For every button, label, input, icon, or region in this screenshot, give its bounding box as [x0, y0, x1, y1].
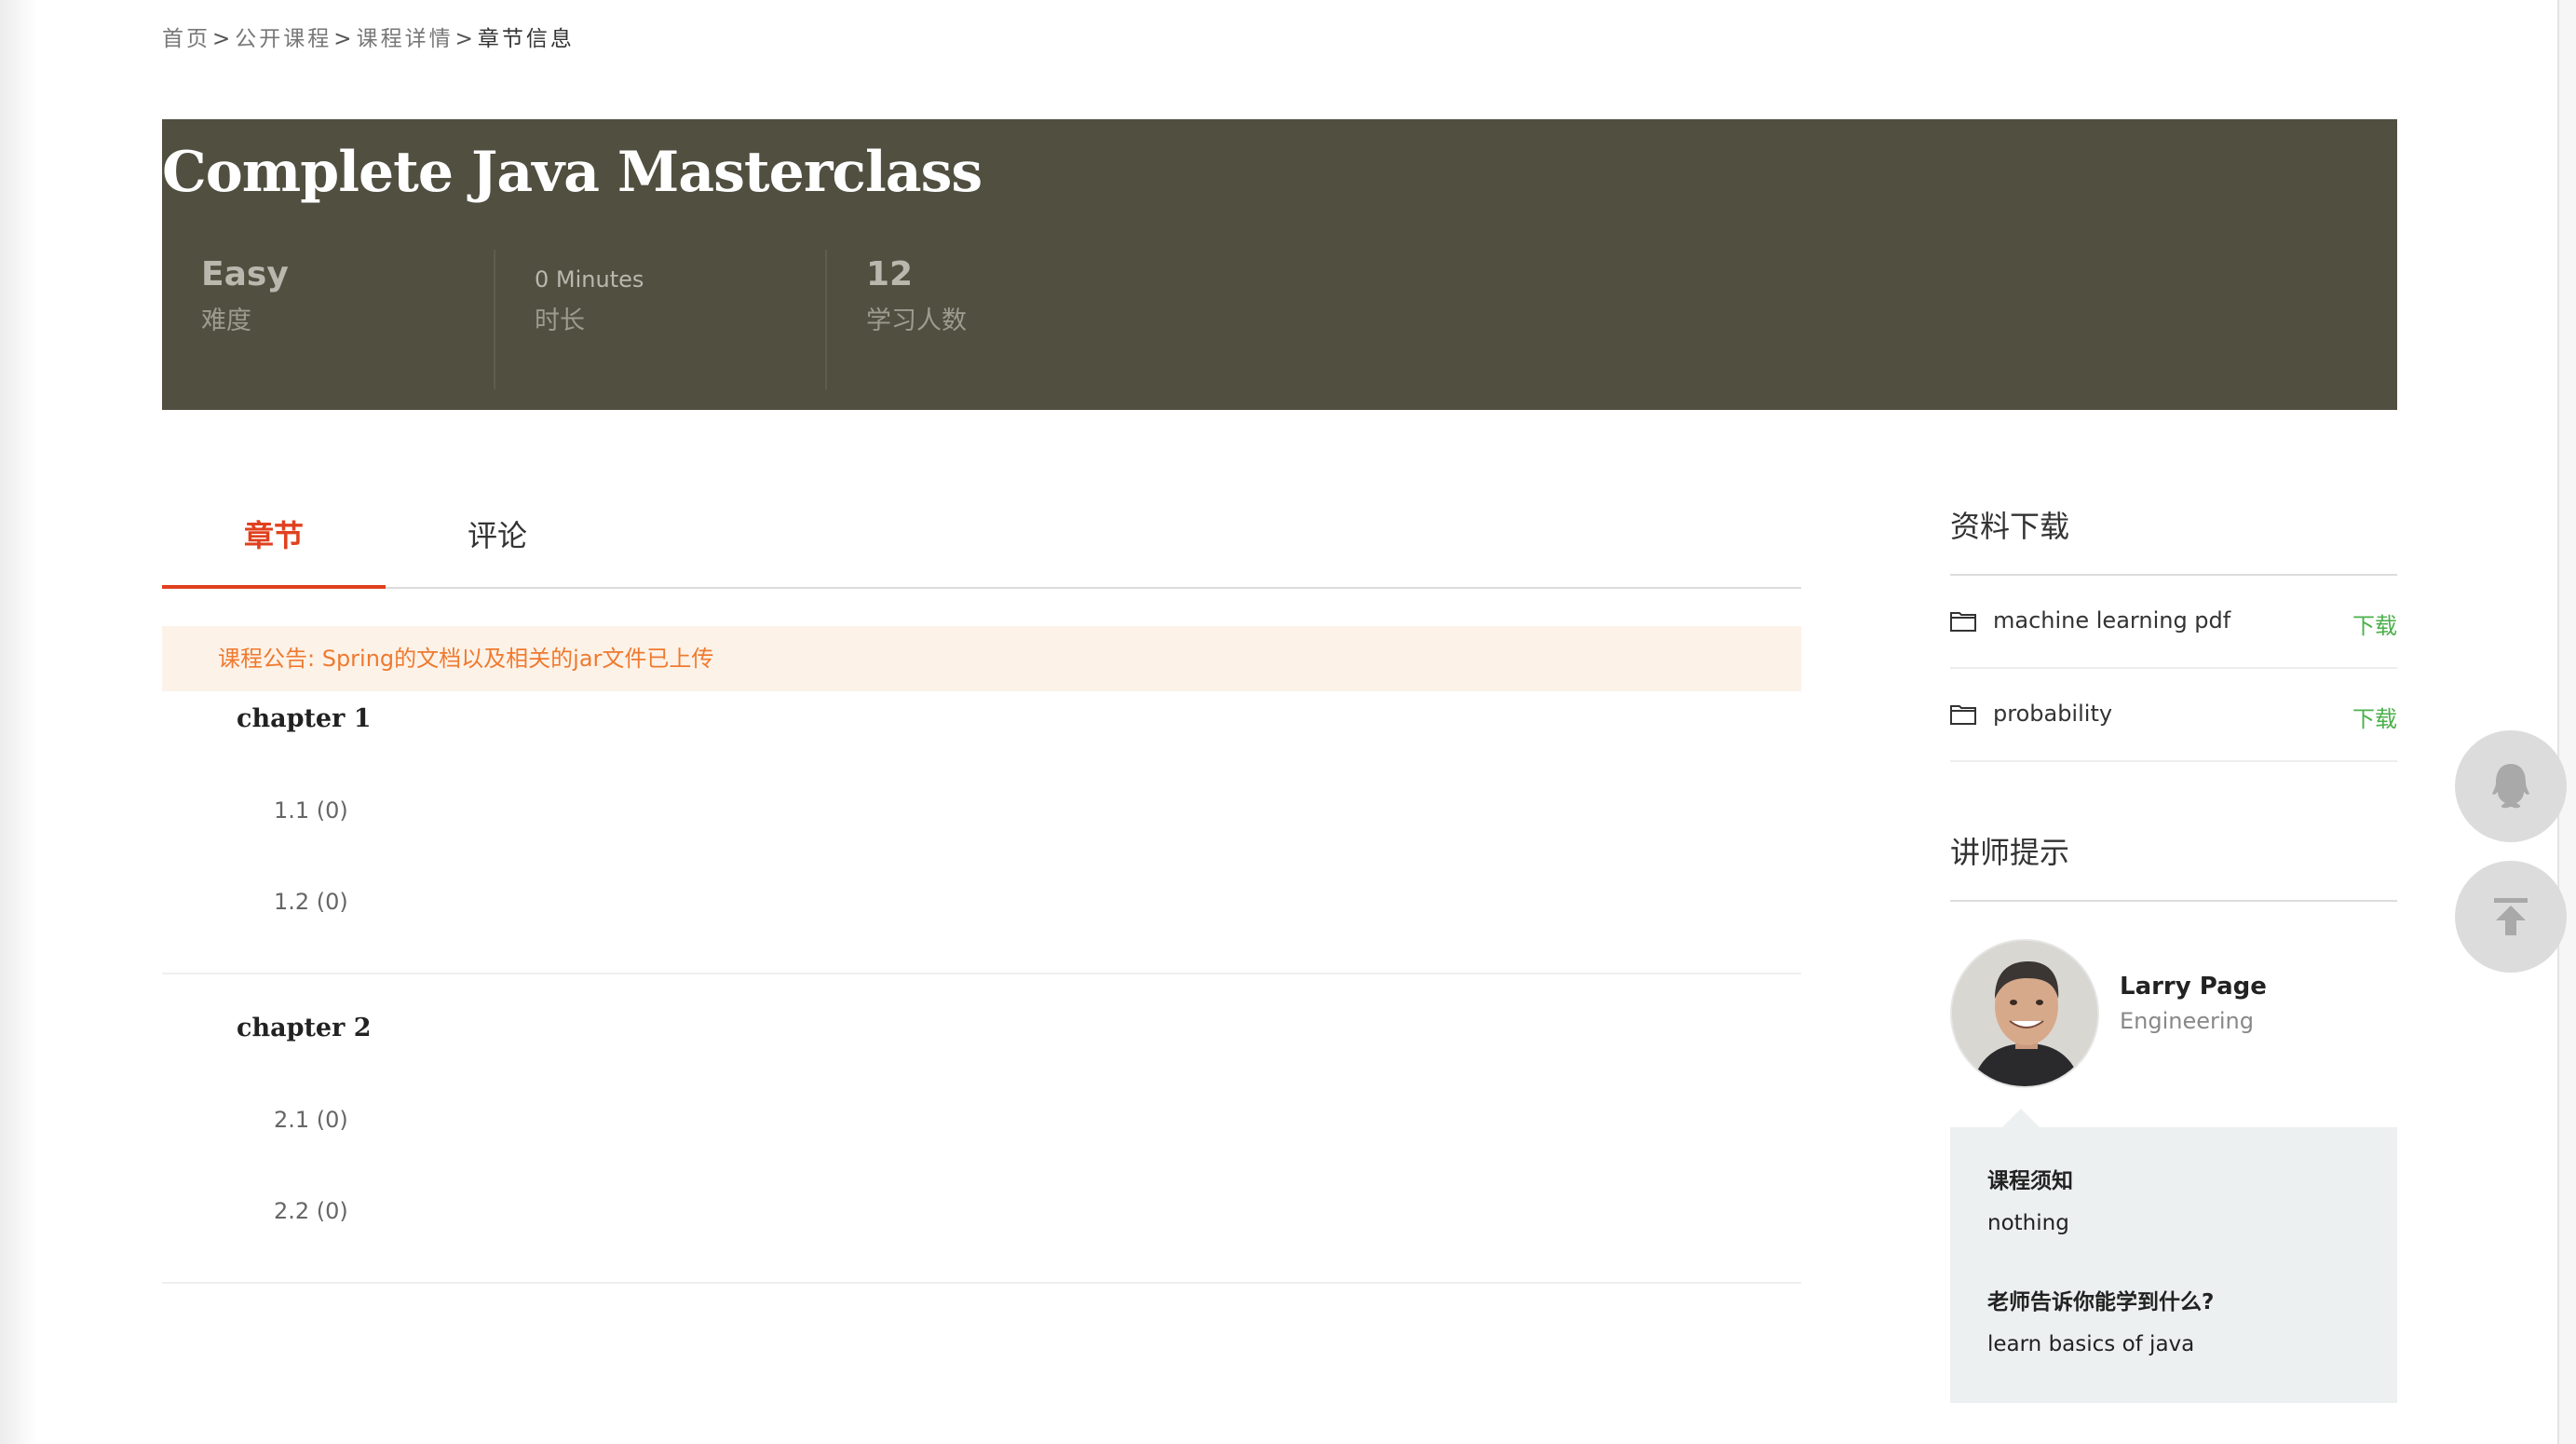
tip-pointer	[2002, 1109, 2040, 1127]
breadcrumb-current: 章节信息	[477, 27, 575, 51]
downloads-title: 资料下载	[1950, 509, 2070, 544]
stat-learners: 12 学习人数	[825, 250, 1157, 389]
lesson-item[interactable]: 1.1 (0)	[274, 797, 348, 824]
course-notice: 课程公告: Spring的文档以及相关的jar文件已上传	[162, 626, 1801, 691]
stat-difficulty: Easy 难度	[162, 250, 494, 389]
scrollbar-track[interactable]	[2557, 0, 2576, 1444]
download-link[interactable]: 下载	[2352, 607, 2397, 640]
breadcrumb-courses[interactable]: 公开课程	[235, 27, 332, 51]
teacher-name: Larry Page	[2120, 973, 2267, 1001]
breadcrumb-separator: >	[212, 27, 234, 51]
course-tips: 课程须知 nothing 老师告诉你能学到什么? learn basics of…	[1950, 1127, 2397, 1403]
breadcrumb-detail[interactable]: 课程详情	[357, 27, 454, 51]
lesson-item[interactable]: 2.1 (0)	[274, 1107, 348, 1133]
lesson-item[interactable]: 2.2 (0)	[274, 1198, 348, 1224]
tab-chapters[interactable]: 章节	[162, 512, 386, 589]
breadcrumb-separator: >	[454, 27, 476, 51]
notes-text: nothing	[1987, 1211, 2069, 1235]
teacher-section: 讲师提示	[1950, 829, 2397, 872]
stat-duration: 0 Minutes 时长	[494, 250, 825, 389]
breadcrumb-home[interactable]: 首页	[162, 27, 210, 51]
course-title: Complete Java Masterclass	[162, 140, 983, 205]
stat-difficulty-label: 难度	[201, 307, 251, 335]
stat-duration-label: 时长	[535, 307, 585, 335]
breadcrumb-separator: >	[333, 27, 355, 51]
chapter-title: chapter 2	[237, 1014, 372, 1042]
stat-difficulty-value: Easy	[201, 255, 289, 293]
learn-text: learn basics of java	[1987, 1332, 2195, 1356]
folder-icon	[1950, 609, 1976, 632]
teacher-avatar	[1950, 939, 2099, 1088]
chapter-block: chapter 1 1.1 (0) 1.2 (0)	[162, 691, 1801, 974]
file-name: probability	[1993, 701, 2113, 727]
chapter-title: chapter 1	[237, 704, 372, 733]
chapter-block: chapter 2 2.1 (0) 2.2 (0)	[162, 974, 1801, 1284]
folder-icon	[1950, 702, 1976, 725]
file-row: probability 下载	[1950, 669, 2397, 762]
stat-duration-value: 0 Minutes	[535, 266, 644, 293]
download-link[interactable]: 下载	[2352, 701, 2397, 733]
course-tabs: 章节 评论	[162, 484, 1801, 589]
downloads-section: 资料下载	[1950, 503, 2397, 546]
divider	[1950, 900, 2397, 902]
teacher-role: Engineering	[2120, 1008, 2254, 1034]
breadcrumb: 首页>公开课程>课程详情>章节信息	[162, 20, 575, 52]
notes-heading: 课程须知	[1987, 1169, 2073, 1193]
tab-comments[interactable]: 评论	[386, 512, 609, 589]
lesson-item[interactable]: 1.2 (0)	[274, 889, 348, 915]
stat-learners-value: 12	[866, 255, 914, 293]
file-row: machine learning pdf 下载	[1950, 576, 2397, 669]
course-banner: Complete Java Masterclass Easy 难度 0 Minu…	[162, 119, 2397, 410]
teacher-section-title: 讲师提示	[1950, 835, 2070, 870]
back-to-top-button[interactable]	[2455, 861, 2567, 973]
stat-learners-label: 学习人数	[866, 307, 967, 335]
qq-contact-button[interactable]	[2455, 730, 2567, 842]
learn-heading: 老师告诉你能学到什么?	[1987, 1290, 2215, 1315]
page-left-shadow	[0, 0, 37, 1444]
file-name: machine learning pdf	[1993, 607, 2231, 633]
